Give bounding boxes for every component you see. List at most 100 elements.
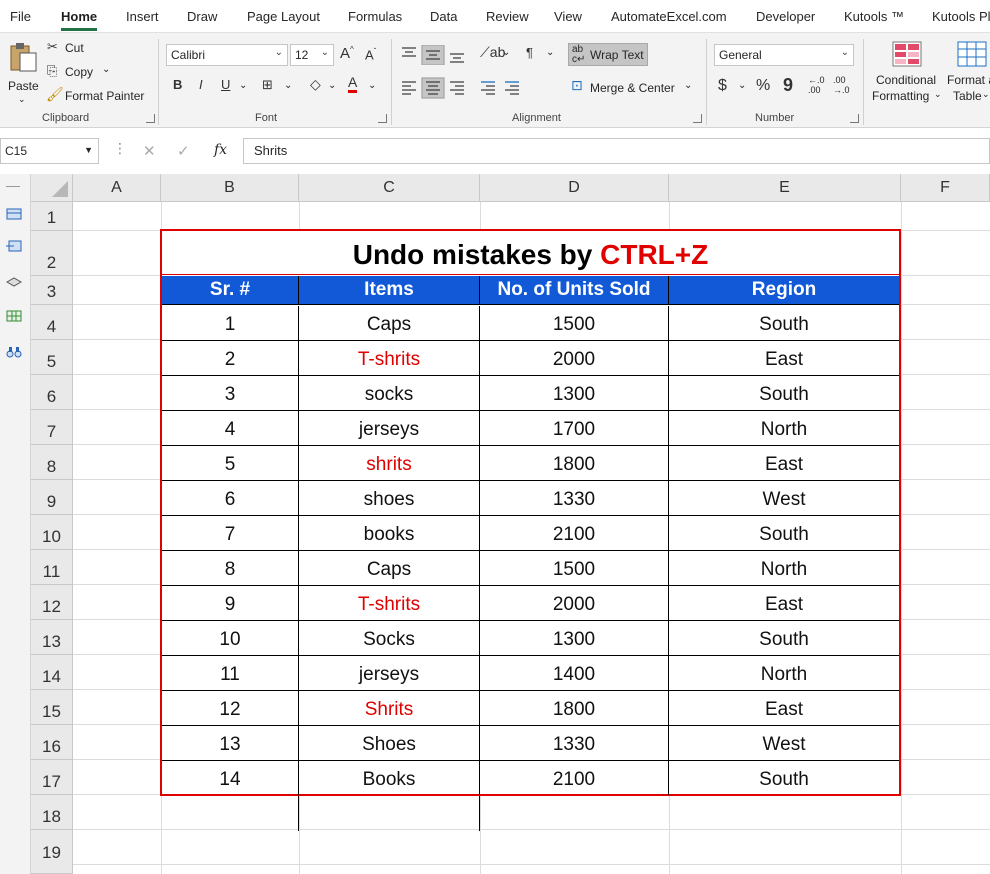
row-header[interactable]: 2 — [31, 231, 73, 276]
tab-automateexcel[interactable]: AutomateExcel.com — [611, 9, 727, 24]
tab-developer[interactable]: Developer — [756, 9, 815, 24]
name-box[interactable]: C15 ▼ — [0, 138, 99, 164]
name-box-dropdown-icon[interactable]: ▼ — [84, 145, 93, 155]
table-title[interactable]: Undo mistakes by CTRL+Z — [162, 231, 899, 275]
table-cell-region[interactable]: North — [669, 411, 899, 445]
clipboard-launcher-icon[interactable] — [146, 114, 155, 123]
column-header-e[interactable]: E — [669, 174, 901, 202]
italic-button[interactable]: I — [199, 77, 203, 92]
column-header-f[interactable]: F — [901, 174, 990, 202]
row-header[interactable]: 12 — [31, 585, 73, 620]
table-cell-units[interactable]: 1330 — [480, 726, 669, 760]
table-cell-sr[interactable]: 14 — [162, 761, 299, 795]
insert-function-button[interactable]: fx — [214, 142, 227, 158]
table-cell-units[interactable]: 1300 — [480, 376, 669, 410]
row-header[interactable]: 14 — [31, 655, 73, 690]
vertical-align-icons[interactable] — [400, 45, 480, 65]
copy-dropdown-icon[interactable]: ⌄ — [102, 64, 110, 75]
table-cell-sr[interactable]: 9 — [162, 586, 299, 620]
workbook-pane-icon[interactable] — [6, 240, 22, 252]
grow-font-button[interactable]: A^ — [340, 45, 354, 62]
formula-bar-handle-icon[interactable]: ⋮ — [113, 140, 127, 157]
table-cell-region[interactable]: South — [669, 516, 899, 550]
font-launcher-icon[interactable] — [378, 114, 387, 123]
table-cell-region[interactable]: North — [669, 551, 899, 585]
table-cell-item[interactable]: books — [299, 516, 480, 550]
currency-button[interactable]: $ — [718, 77, 727, 95]
table-cell-region[interactable]: East — [669, 691, 899, 725]
table-cell-units[interactable]: 1500 — [480, 306, 669, 340]
alignment-launcher-icon[interactable] — [693, 114, 702, 123]
row-header[interactable]: 19 — [31, 830, 73, 874]
row-header[interactable]: 15 — [31, 690, 73, 725]
number-format-combo[interactable]: General ⌄ — [714, 44, 854, 66]
borders-icon[interactable]: ⊞ — [262, 77, 273, 93]
tab-file[interactable]: File — [10, 9, 31, 24]
table-cell-item[interactable]: shrits — [299, 446, 480, 480]
table-cell-sr[interactable]: 12 — [162, 691, 299, 725]
tab-kutools[interactable]: Kutools ™ — [844, 9, 904, 24]
font-size-combo[interactable]: 12 ⌄ — [290, 44, 334, 66]
tab-draw[interactable]: Draw — [187, 9, 217, 24]
tab-view[interactable]: View — [554, 9, 582, 24]
table-cell-region[interactable]: North — [669, 656, 899, 690]
table-cell-region[interactable]: South — [669, 376, 899, 410]
number-launcher-icon[interactable] — [850, 114, 859, 123]
table-cell-units[interactable]: 1800 — [480, 691, 669, 725]
table-cell-region[interactable]: South — [669, 306, 899, 340]
table-cell-sr[interactable]: 8 — [162, 551, 299, 585]
table-cell-sr[interactable]: 10 — [162, 621, 299, 655]
borders-dropdown-icon[interactable]: ⌄ — [284, 80, 292, 91]
row-header[interactable]: 3 — [31, 276, 73, 305]
tab-kutools-plus[interactable]: Kutools Pl — [932, 9, 990, 24]
table-cell-item[interactable]: Socks — [299, 621, 480, 655]
table-cell-item[interactable]: T-shrits — [299, 341, 480, 375]
confirm-edit-button[interactable]: ✓ — [177, 142, 190, 160]
table-cell-item[interactable]: Shrits — [299, 691, 480, 725]
table-cell-units[interactable]: 1800 — [480, 446, 669, 480]
table-cell-units[interactable]: 2000 — [480, 341, 669, 375]
row-header[interactable]: 17 — [31, 760, 73, 795]
tab-formulas[interactable]: Formulas — [348, 9, 402, 24]
format-as-table-button[interactable]: Format a Table ⌄ — [945, 39, 990, 109]
table-cell-region[interactable]: West — [669, 481, 899, 515]
table-cell-item[interactable]: Caps — [299, 306, 480, 340]
row-header[interactable]: 16 — [31, 725, 73, 760]
table-cell-sr[interactable]: 2 — [162, 341, 299, 375]
font-color-dropdown-icon[interactable]: ⌄ — [368, 80, 376, 91]
table-cell-units[interactable]: 1300 — [480, 621, 669, 655]
underline-button[interactable]: U — [221, 77, 230, 92]
tab-home[interactable]: Home — [61, 9, 98, 31]
column-header-a[interactable]: A — [73, 174, 161, 202]
fill-color-icon[interactable]: ◇ — [310, 76, 321, 93]
column-header-d[interactable]: D — [480, 174, 669, 202]
row-header[interactable]: 4 — [31, 305, 73, 340]
tab-data[interactable]: Data — [430, 9, 457, 24]
table-cell-region[interactable]: South — [669, 761, 899, 795]
currency-dropdown-icon[interactable]: ⌄ — [738, 80, 746, 91]
percent-button[interactable]: % — [756, 77, 770, 95]
table-cell-units[interactable]: 1330 — [480, 481, 669, 515]
paste-button[interactable]: Paste ⌄ — [4, 39, 42, 107]
table-cell-units[interactable]: 1700 — [480, 411, 669, 445]
fill-color-dropdown-icon[interactable]: ⌄ — [328, 80, 336, 91]
table-cell-units[interactable]: 1400 — [480, 656, 669, 690]
tab-page-layout[interactable]: Page Layout — [247, 9, 320, 24]
row-header[interactable]: 5 — [31, 340, 73, 375]
table-cell-sr[interactable]: 7 — [162, 516, 299, 550]
grid-icon[interactable] — [6, 310, 22, 322]
row-header[interactable]: 13 — [31, 620, 73, 655]
shrink-font-button[interactable]: Aˇ — [365, 47, 376, 62]
conditional-formatting-button[interactable]: Conditional Formatting ⌄ — [870, 39, 942, 109]
table-cell-item[interactable]: Shoes — [299, 726, 480, 760]
row-header[interactable]: 10 — [31, 515, 73, 550]
table-cell-item[interactable]: jerseys — [299, 656, 480, 690]
merge-center-button[interactable]: Merge & Center — [590, 81, 675, 95]
table-cell-sr[interactable]: 4 — [162, 411, 299, 445]
table-cell-region[interactable]: East — [669, 341, 899, 375]
table-cell-item[interactable]: jerseys — [299, 411, 480, 445]
header-items[interactable]: Items — [299, 276, 480, 304]
tab-review[interactable]: Review — [486, 9, 529, 24]
header-units[interactable]: No. of Units Sold — [480, 276, 669, 304]
table-cell-sr[interactable]: 1 — [162, 306, 299, 340]
